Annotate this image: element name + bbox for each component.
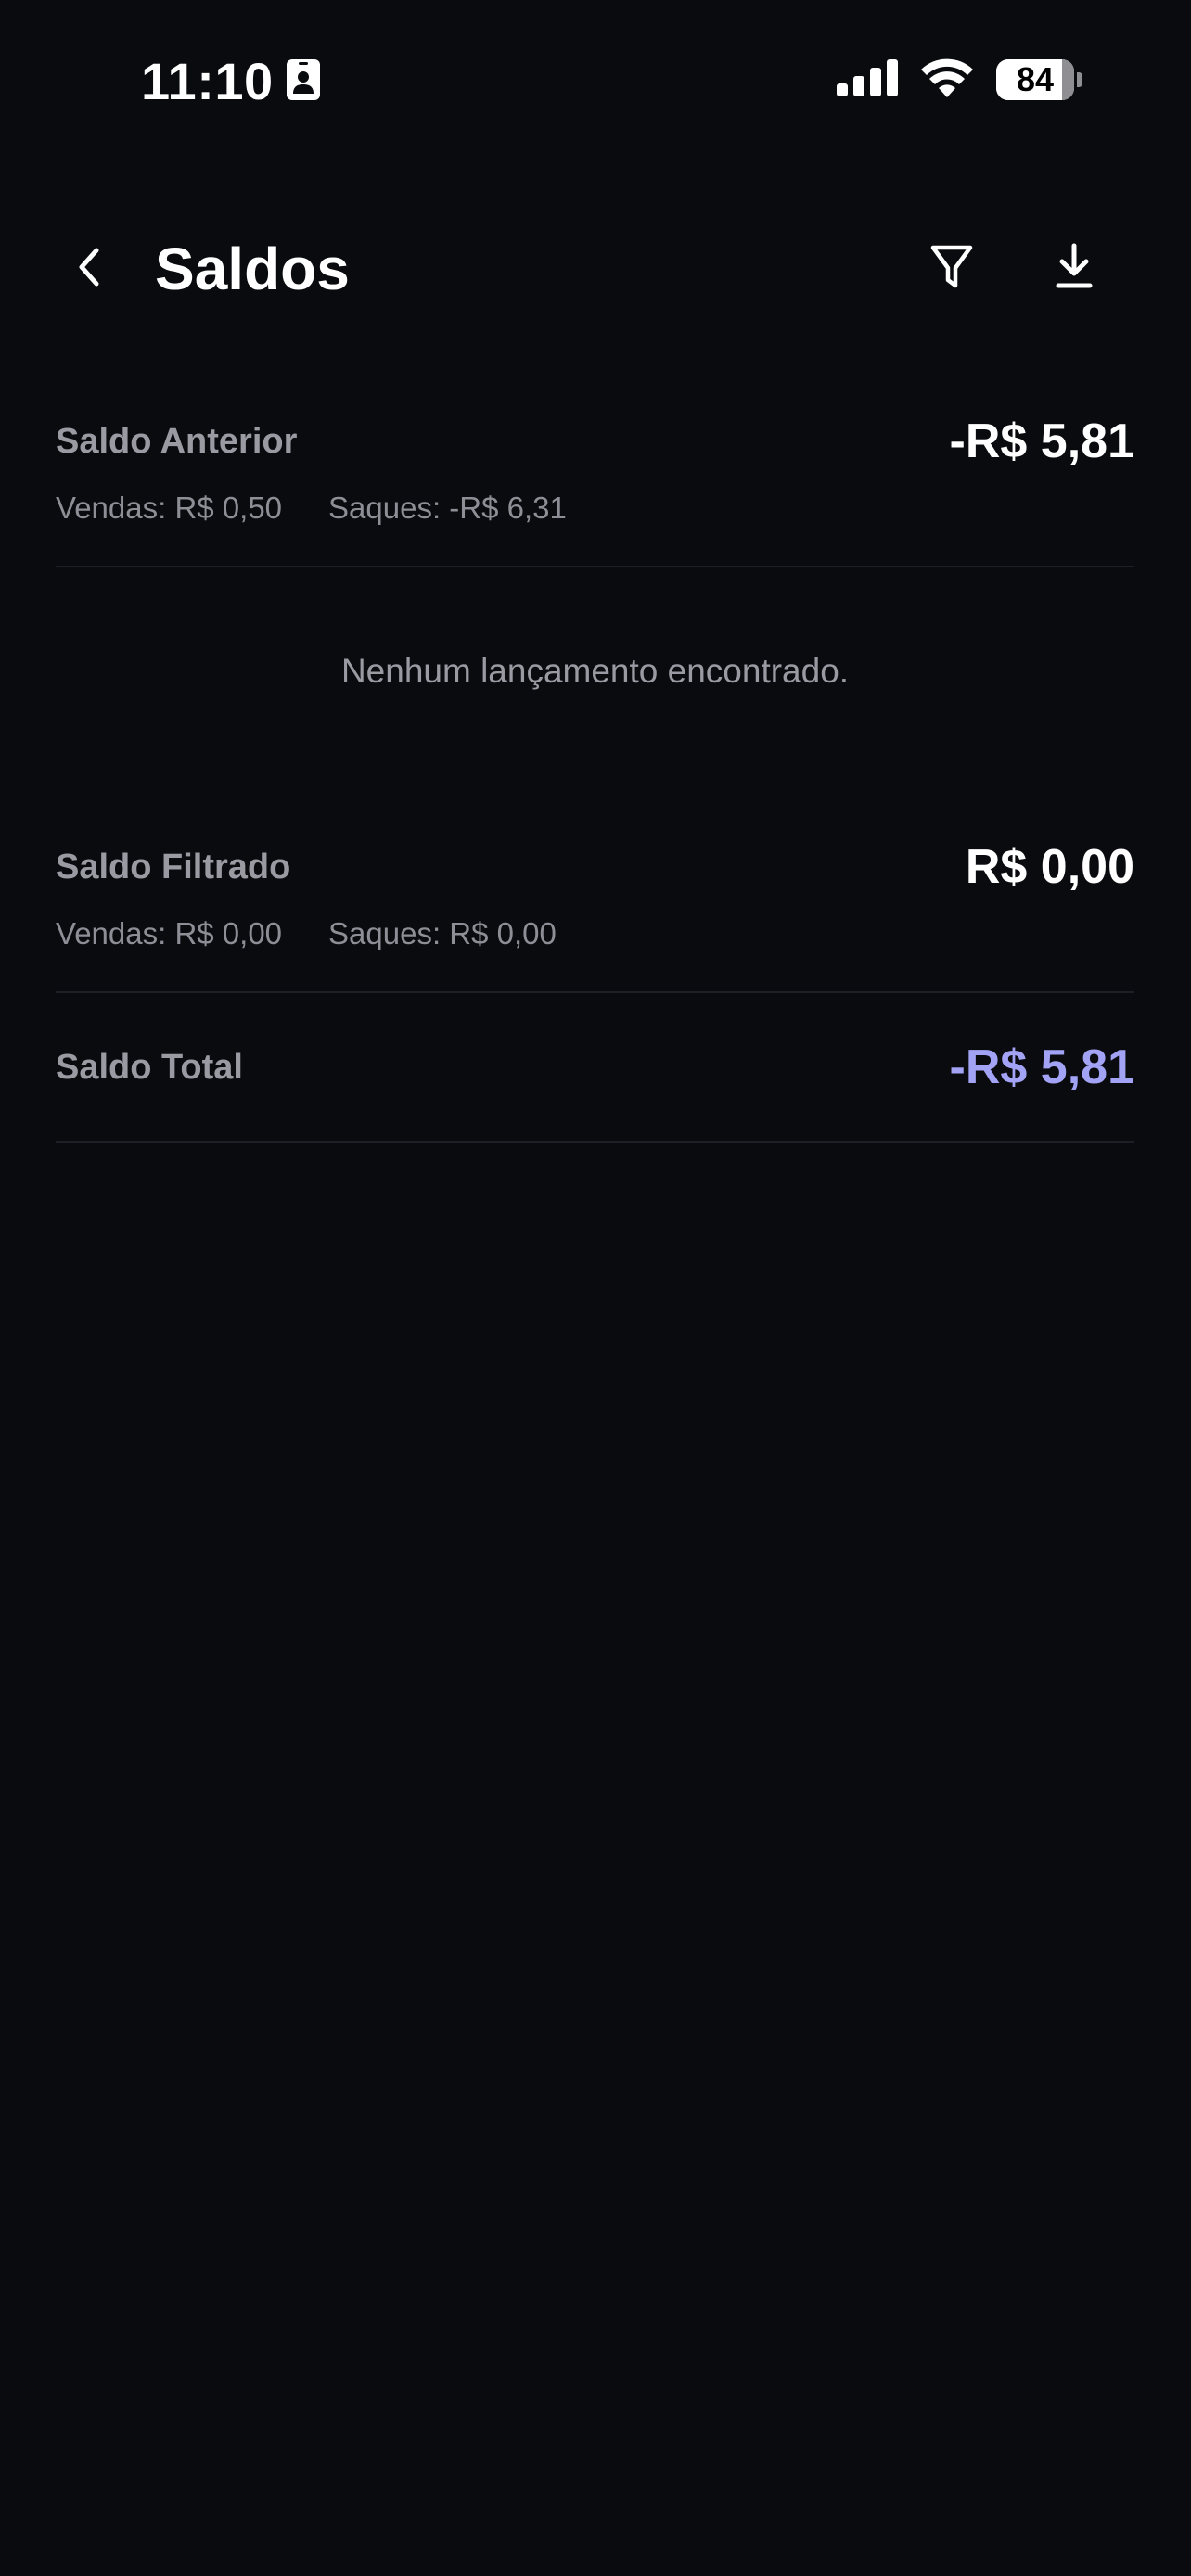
saldo-filtrado-row: Saldo Filtrado R$ 0,00 [56,834,1134,900]
back-button[interactable] [56,236,122,302]
filter-icon [929,243,974,296]
status-bar: 11:10 84 [0,0,1191,158]
saldo-anterior-section: Saldo Anterior -R$ 5,81 Vendas: R$ 0,50 … [56,408,1134,566]
chevron-left-icon [72,245,106,294]
status-indicators: 84 [837,54,1083,106]
saldo-anterior-value: -R$ 5,81 [949,414,1134,468]
empty-state-message: Nenhum lançamento encontrado. [340,652,850,690]
divider [56,1141,1134,1143]
saldo-filtrado-details: Vendas: R$ 0,00 Saques: R$ 0,00 [56,912,1134,956]
battery-percent: 84 [1016,60,1055,98]
saldo-filtrado-label: Saldo Filtrado [56,848,291,886]
saldo-total-section: Saldo Total -R$ 5,81 [56,993,1134,1141]
saldo-anterior-vendas: Vendas: R$ 0,50 [56,491,283,525]
filter-button[interactable] [918,236,985,302]
battery-nub [1077,72,1082,87]
saldo-anterior-row: Saldo Anterior -R$ 5,81 [56,408,1134,475]
saldo-total-value: -R$ 5,81 [949,1040,1134,1094]
saldo-filtrado-saques: Saques: R$ 0,00 [328,916,557,950]
battery-empty [1061,59,1074,100]
balances-content: Saldo Anterior -R$ 5,81 Vendas: R$ 0,50 … [56,408,1134,1143]
battery-body: 84 [996,59,1074,100]
saldo-filtrado-vendas: Vendas: R$ 0,00 [56,916,283,950]
battery-icon: 84 [996,59,1083,100]
download-button[interactable] [1041,236,1108,302]
page-title: Saldos [155,236,350,302]
status-time-group: 11:10 [141,48,320,115]
header: Saldos [0,213,1191,325]
status-time: 11:10 [141,52,274,110]
saldo-anterior-label: Saldo Anterior [56,422,298,461]
contact-card-icon [286,58,320,105]
saldo-anterior-details: Vendas: R$ 0,50 Saques: -R$ 6,31 [56,486,1134,530]
saldo-filtrado-section: Saldo Filtrado R$ 0,00 Vendas: R$ 0,00 S… [56,834,1134,991]
saldo-filtrado-value: R$ 0,00 [965,840,1134,894]
wifi-icon [920,58,974,102]
saldo-anterior-saques: Saques: -R$ 6,31 [328,491,567,525]
saldo-total-label: Saldo Total [56,1048,243,1087]
signal-icon [837,58,898,101]
download-icon [1054,243,1095,296]
